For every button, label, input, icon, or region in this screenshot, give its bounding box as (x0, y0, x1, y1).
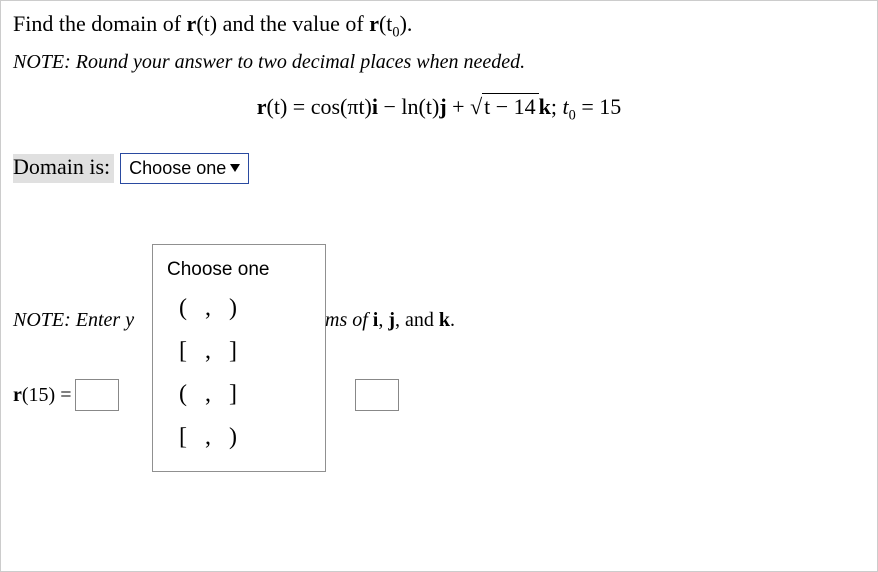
eqn-sep: ; (551, 94, 563, 119)
eqn-fn: r (257, 94, 267, 119)
question-prefix: Find the domain of (13, 11, 187, 36)
dropdown-header: Choose one (153, 245, 325, 287)
eqn-t0-var: t0 (563, 94, 576, 119)
eqn-eq15: = 15 (576, 94, 621, 119)
eqn-j: j (439, 94, 446, 119)
answer-input-1[interactable] (75, 379, 119, 411)
answer-input-3[interactable] (355, 379, 399, 411)
eqn-plus: + (447, 94, 470, 119)
domain-select[interactable]: Choose one (120, 153, 249, 184)
eqn-minus: − ln(t) (378, 94, 439, 119)
sqrt-symbol: √ (470, 94, 482, 119)
chevron-down-icon (230, 164, 240, 172)
equation: r(t) = cos(πt)i − ln(t)j + √t − 14k; t0 … (13, 94, 865, 124)
dropdown-option-open-open[interactable]: ( , ) (153, 287, 325, 330)
question-period: . (407, 11, 413, 36)
answer-row: r(15) = (13, 379, 402, 411)
note-enter-left: NOTE: Enter y (13, 309, 134, 332)
note-enter-right: ms of i, j, and k. (325, 309, 455, 332)
domain-label: Domain is: (13, 154, 114, 183)
r-of-t-arg: (t) (196, 11, 217, 36)
sqrt-radicand: t − 14 (482, 93, 539, 119)
eqn-k: k (539, 94, 551, 119)
r-of-t0-sub: 0 (392, 24, 399, 40)
domain-select-value: Choose one (129, 158, 226, 179)
dropdown-option-closed-closed[interactable]: [ , ] (153, 330, 325, 373)
eqn-lhs: (t) = cos(πt) (267, 94, 372, 119)
dropdown-option-closed-open[interactable]: [ , ) (153, 416, 325, 459)
note-round: NOTE: Round your answer to two decimal p… (13, 51, 865, 74)
question-heading: Find the domain of r(t) and the value of… (13, 11, 865, 41)
domain-dropdown: Choose one ( , ) [ , ] ( , ] [ , ) (152, 244, 326, 472)
r-of-t0-open: (t (379, 11, 392, 36)
question-mid: and the value of (217, 11, 369, 36)
r-of-t0-fn: r (369, 11, 379, 36)
answer-fn: r (13, 384, 22, 407)
r-of-t0-close: ) (400, 11, 407, 36)
r-of-t-fn: r (187, 11, 197, 36)
answer-arg: (15) = (22, 384, 72, 407)
